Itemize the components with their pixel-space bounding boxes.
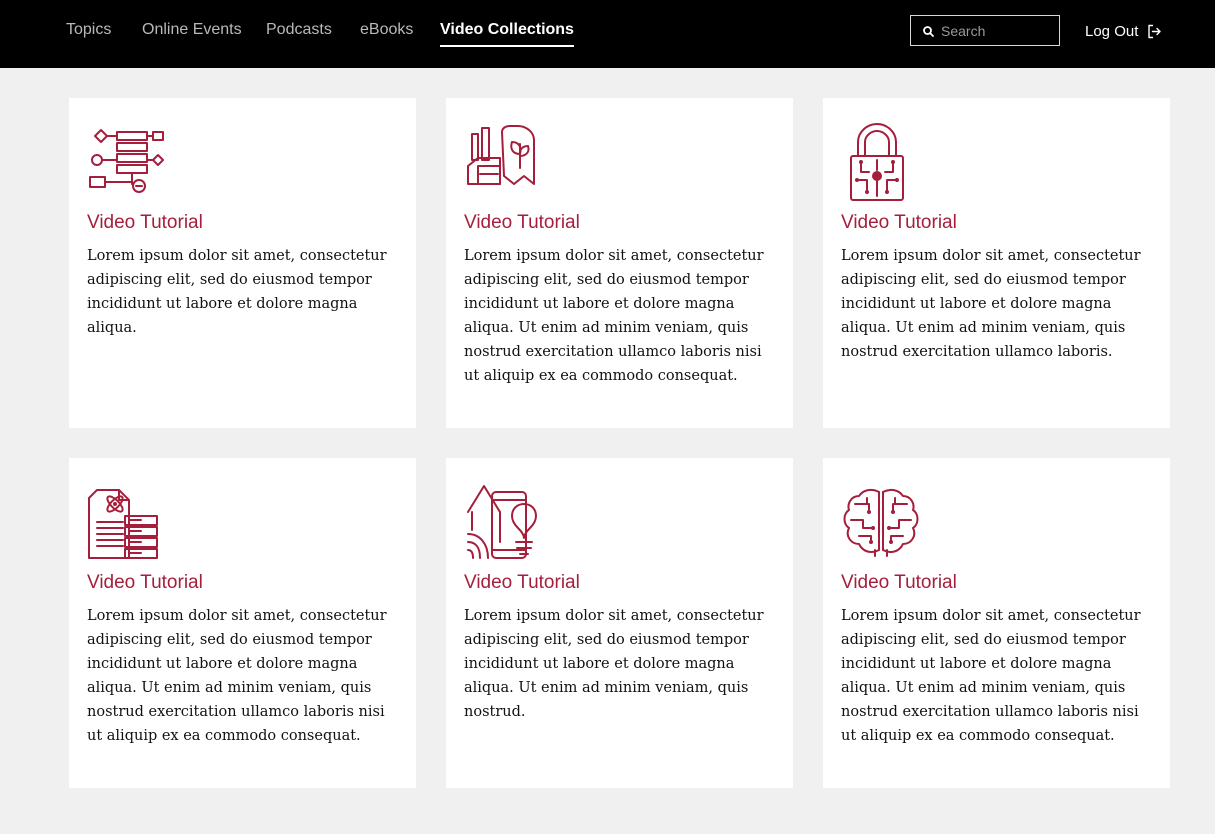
card-title[interactable]: Video Tutorial <box>464 572 580 594</box>
video-card[interactable]: Video Tutorial Lorem ipsum dolor sit ame… <box>446 98 793 428</box>
search-box[interactable] <box>910 15 1060 46</box>
brain-icon <box>841 482 921 562</box>
flowchart-icon <box>87 122 167 202</box>
card-title[interactable]: Video Tutorial <box>87 212 203 234</box>
card-description: Lorem ipsum dolor sit amet, consectetur … <box>464 608 764 720</box>
circuit-lock-icon <box>841 122 921 202</box>
card-title[interactable]: Video Tutorial <box>841 572 957 594</box>
card-description: Lorem ipsum dolor sit amet, consectetur … <box>87 608 387 744</box>
eco-factory-icon <box>464 122 544 202</box>
video-card[interactable]: Video Tutorial Lorem ipsum dolor sit ame… <box>823 458 1170 788</box>
science-server-icon <box>87 482 167 562</box>
card-description: Lorem ipsum dolor sit amet, consectetur … <box>841 248 1141 360</box>
card-description: Lorem ipsum dolor sit amet, consectetur … <box>87 248 387 336</box>
smart-home-icon <box>464 482 544 562</box>
logout-icon <box>1148 24 1162 38</box>
nav-item-online-events[interactable]: Online Events <box>142 20 242 42</box>
video-card[interactable]: Video Tutorial Lorem ipsum dolor sit ame… <box>823 98 1170 428</box>
video-card[interactable]: Video Tutorial Lorem ipsum dolor sit ame… <box>69 98 416 428</box>
card-title[interactable]: Video Tutorial <box>841 212 957 234</box>
nav-item-ebooks[interactable]: eBooks <box>360 20 413 42</box>
search-icon <box>923 26 934 37</box>
card-description: Lorem ipsum dolor sit amet, consectetur … <box>841 608 1141 744</box>
logout-label: Log Out <box>1085 22 1139 40</box>
top-navigation-bar: Topics Online Events Podcasts eBooks Vid… <box>0 0 1215 68</box>
search-input[interactable] <box>941 20 1055 41</box>
nav-item-topics[interactable]: Topics <box>66 20 111 42</box>
nav-item-podcasts[interactable]: Podcasts <box>266 20 332 42</box>
card-description: Lorem ipsum dolor sit amet, consectetur … <box>464 248 764 384</box>
card-title[interactable]: Video Tutorial <box>464 212 580 234</box>
nav-item-video-collections[interactable]: Video Collections <box>440 20 574 47</box>
video-card[interactable]: Video Tutorial Lorem ipsum dolor sit ame… <box>69 458 416 788</box>
logout-button[interactable]: Log Out <box>1085 19 1162 43</box>
card-title[interactable]: Video Tutorial <box>87 572 203 594</box>
video-card[interactable]: Video Tutorial Lorem ipsum dolor sit ame… <box>446 458 793 788</box>
